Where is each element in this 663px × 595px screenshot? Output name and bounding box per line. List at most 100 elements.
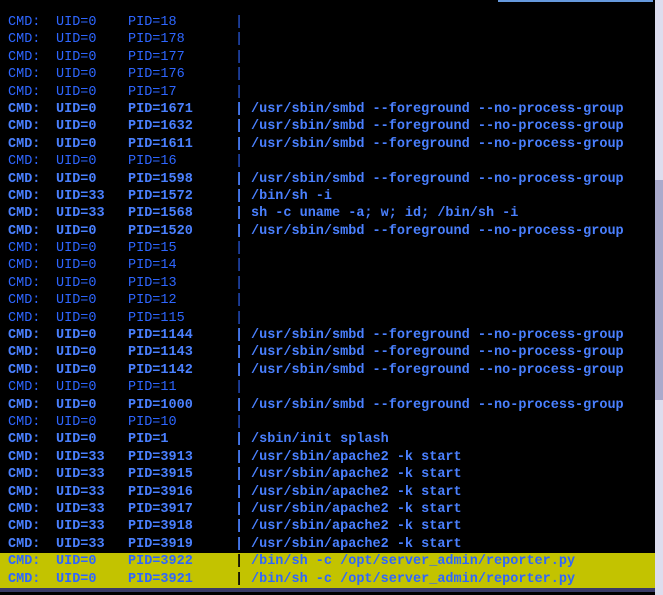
pid-cell: PID=1000 [128,397,235,414]
process-row[interactable]: CMD:UID=0PID=10| [0,414,663,431]
uid-cell: UID=0 [56,275,128,292]
cmd-label: CMD: [8,101,56,118]
cmd-label: CMD: [8,171,56,188]
pid-cell: PID=3913 [128,449,235,466]
pid-cell: PID=16 [128,153,235,170]
pid-cell: PID=3917 [128,501,235,518]
process-row[interactable]: CMD:UID=0PID=1520|/usr/sbin/smbd --foreg… [0,223,663,240]
process-row[interactable]: CMD:UID=33PID=3916|/usr/sbin/apache2 -k … [0,484,663,501]
command-args: /usr/sbin/apache2 -k start [251,449,663,466]
pid-cell: PID=1143 [128,344,235,361]
cmd-label: CMD: [8,397,56,414]
separator-bar: | [235,414,251,431]
pid-cell: PID=17 [128,84,235,101]
uid-cell: UID=33 [56,501,128,518]
uid-cell: UID=0 [56,571,128,588]
separator-bar: | [235,188,251,205]
cmd-label: CMD: [8,501,56,518]
pid-cell: PID=1598 [128,171,235,188]
command-args [251,66,663,83]
pid-cell: PID=115 [128,310,235,327]
process-row[interactable]: CMD:UID=0PID=176| [0,66,663,83]
pid-cell: PID=1144 [128,327,235,344]
process-row[interactable]: CMD:UID=33PID=3917|/usr/sbin/apache2 -k … [0,501,663,518]
uid-cell: UID=0 [56,362,128,379]
cmd-label: CMD: [8,379,56,396]
command-args [251,379,663,396]
uid-cell: UID=33 [56,484,128,501]
command-args [251,14,663,31]
uid-cell: UID=0 [56,118,128,135]
process-row[interactable]: CMD:UID=0PID=3921|/bin/sh -c /opt/server… [0,571,663,588]
command-args [251,31,663,48]
separator-bar: | [235,84,251,101]
pid-cell: PID=1671 [128,101,235,118]
process-row[interactable]: CMD:UID=33PID=3919|/usr/sbin/apache2 -k … [0,536,663,553]
process-row[interactable]: CMD:UID=33PID=3913|/usr/sbin/apache2 -k … [0,449,663,466]
process-row[interactable]: CMD:UID=0PID=1143|/usr/sbin/smbd --foreg… [0,344,663,361]
process-row[interactable]: CMD:UID=0PID=3922|/bin/sh -c /opt/server… [0,553,663,570]
separator-bar: | [235,153,251,170]
cmd-label: CMD: [8,31,56,48]
scrollbar-vertical-thumb[interactable] [655,180,663,400]
process-row[interactable]: CMD:UID=0PID=17| [0,84,663,101]
cmd-label: CMD: [8,466,56,483]
process-row[interactable]: CMD:UID=0PID=15| [0,240,663,257]
cmd-label: CMD: [8,257,56,274]
process-row[interactable]: CMD:UID=0PID=16| [0,153,663,170]
process-row[interactable]: CMD:UID=33PID=3918|/usr/sbin/apache2 -k … [0,518,663,535]
separator-bar: | [235,536,251,553]
uid-cell: UID=0 [56,431,128,448]
separator-bar: | [235,136,251,153]
process-row[interactable]: CMD:UID=0PID=1142|/usr/sbin/smbd --foreg… [0,362,663,379]
process-row[interactable]: CMD:UID=0PID=1598|/usr/sbin/smbd --foreg… [0,171,663,188]
process-row[interactable]: CMD:UID=0PID=1144|/usr/sbin/smbd --foreg… [0,327,663,344]
command-args: /usr/sbin/smbd --foreground --no-process… [251,118,663,135]
cmd-label: CMD: [8,518,56,535]
separator-bar: | [235,431,251,448]
process-row[interactable]: CMD:UID=0PID=14| [0,257,663,274]
uid-cell: UID=0 [56,136,128,153]
process-row[interactable]: CMD:UID=33PID=1568|sh -c uname -a; w; id… [0,205,663,222]
process-row[interactable]: CMD:UID=0PID=1|/sbin/init splash [0,431,663,448]
separator-bar: | [235,362,251,379]
separator-bar: | [235,118,251,135]
uid-cell: UID=0 [56,66,128,83]
process-row[interactable]: CMD:UID=0PID=1671|/usr/sbin/smbd --foreg… [0,101,663,118]
cmd-label: CMD: [8,66,56,83]
scrollbar-vertical-track[interactable] [655,0,663,595]
cmd-label: CMD: [8,449,56,466]
bottom-bar [0,588,663,592]
process-row[interactable]: CMD:UID=33PID=3915|/usr/sbin/apache2 -k … [0,466,663,483]
process-row[interactable]: CMD:UID=0PID=1632|/usr/sbin/smbd --foreg… [0,118,663,135]
cmd-label: CMD: [8,205,56,222]
uid-cell: UID=0 [56,344,128,361]
pid-cell: PID=1632 [128,118,235,135]
pid-cell: PID=1572 [128,188,235,205]
process-row[interactable]: CMD:UID=0PID=1611|/usr/sbin/smbd --foreg… [0,136,663,153]
separator-bar: | [235,327,251,344]
process-row[interactable]: CMD:UID=0PID=1000|/usr/sbin/smbd --foreg… [0,397,663,414]
uid-cell: UID=0 [56,223,128,240]
separator-bar: | [235,49,251,66]
process-row[interactable]: CMD:UID=0PID=178| [0,31,663,48]
process-row[interactable]: CMD:UID=33PID=1572|/bin/sh -i [0,188,663,205]
pid-cell: PID=3916 [128,484,235,501]
separator-bar: | [235,449,251,466]
command-args [251,414,663,431]
separator-bar: | [235,171,251,188]
pid-cell: PID=178 [128,31,235,48]
command-args: /usr/sbin/smbd --foreground --no-process… [251,362,663,379]
command-args: /bin/sh -c /opt/server_admin/reporter.py [251,571,663,588]
command-args [251,153,663,170]
command-args: /sbin/init splash [251,431,663,448]
process-row[interactable]: CMD:UID=0PID=18| [0,14,663,31]
process-row[interactable]: CMD:UID=0PID=115| [0,310,663,327]
uid-cell: UID=0 [56,49,128,66]
pid-cell: PID=3919 [128,536,235,553]
uid-cell: UID=33 [56,188,128,205]
process-row[interactable]: CMD:UID=0PID=177| [0,49,663,66]
process-row[interactable]: CMD:UID=0PID=11| [0,379,663,396]
process-row[interactable]: CMD:UID=0PID=12| [0,292,663,309]
process-row[interactable]: CMD:UID=0PID=13| [0,275,663,292]
